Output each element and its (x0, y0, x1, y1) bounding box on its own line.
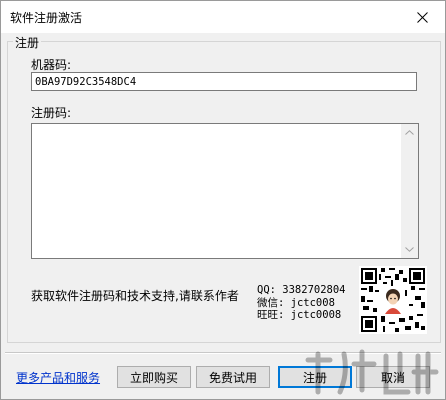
machine-code-field[interactable]: 0BA97D92C3548DC4 (31, 72, 417, 91)
support-text: 获取软件注册码和技术支持,请联系作者 (31, 289, 239, 303)
free-trial-button[interactable]: 免费试用 (196, 366, 270, 388)
buy-now-button[interactable]: 立即购买 (117, 366, 191, 388)
reg-code-label: 注册码: (31, 106, 72, 120)
more-products-link[interactable]: 更多产品和服务 (16, 369, 100, 386)
close-icon (416, 11, 428, 23)
cancel-button[interactable]: 取消 (356, 366, 430, 388)
reg-code-scrollbar[interactable] (401, 124, 418, 258)
scroll-down-icon (405, 247, 414, 252)
machine-code-label: 机器码: (31, 58, 72, 72)
scroll-up-button[interactable] (401, 124, 418, 141)
reg-code-textarea[interactable] (31, 123, 419, 259)
qr-code-icon (359, 266, 427, 334)
footer-divider (5, 352, 441, 354)
scroll-up-icon (405, 130, 414, 135)
title-bar[interactable]: 软件注册激活 (1, 1, 445, 33)
groupbox-legend: 注册 (13, 34, 42, 51)
contact-qq: QQ: 3382702804 (257, 284, 346, 296)
register-button[interactable]: 注册 (278, 366, 352, 388)
dialog-window: 软件注册激活 注册 机器码: 0BA97D92C3548DC4 注册码: 获取软… (0, 0, 446, 400)
scroll-down-button[interactable] (401, 241, 418, 258)
window-title: 软件注册激活 (10, 11, 83, 25)
contact-wangwang: 旺旺: jctc0008 (257, 309, 342, 321)
contact-wechat: 微信: jctc008 (257, 296, 335, 309)
close-button[interactable] (399, 1, 445, 33)
contact-info: QQ: 3382702804 微信: jctc008 旺旺: jctc0008 (257, 284, 346, 322)
